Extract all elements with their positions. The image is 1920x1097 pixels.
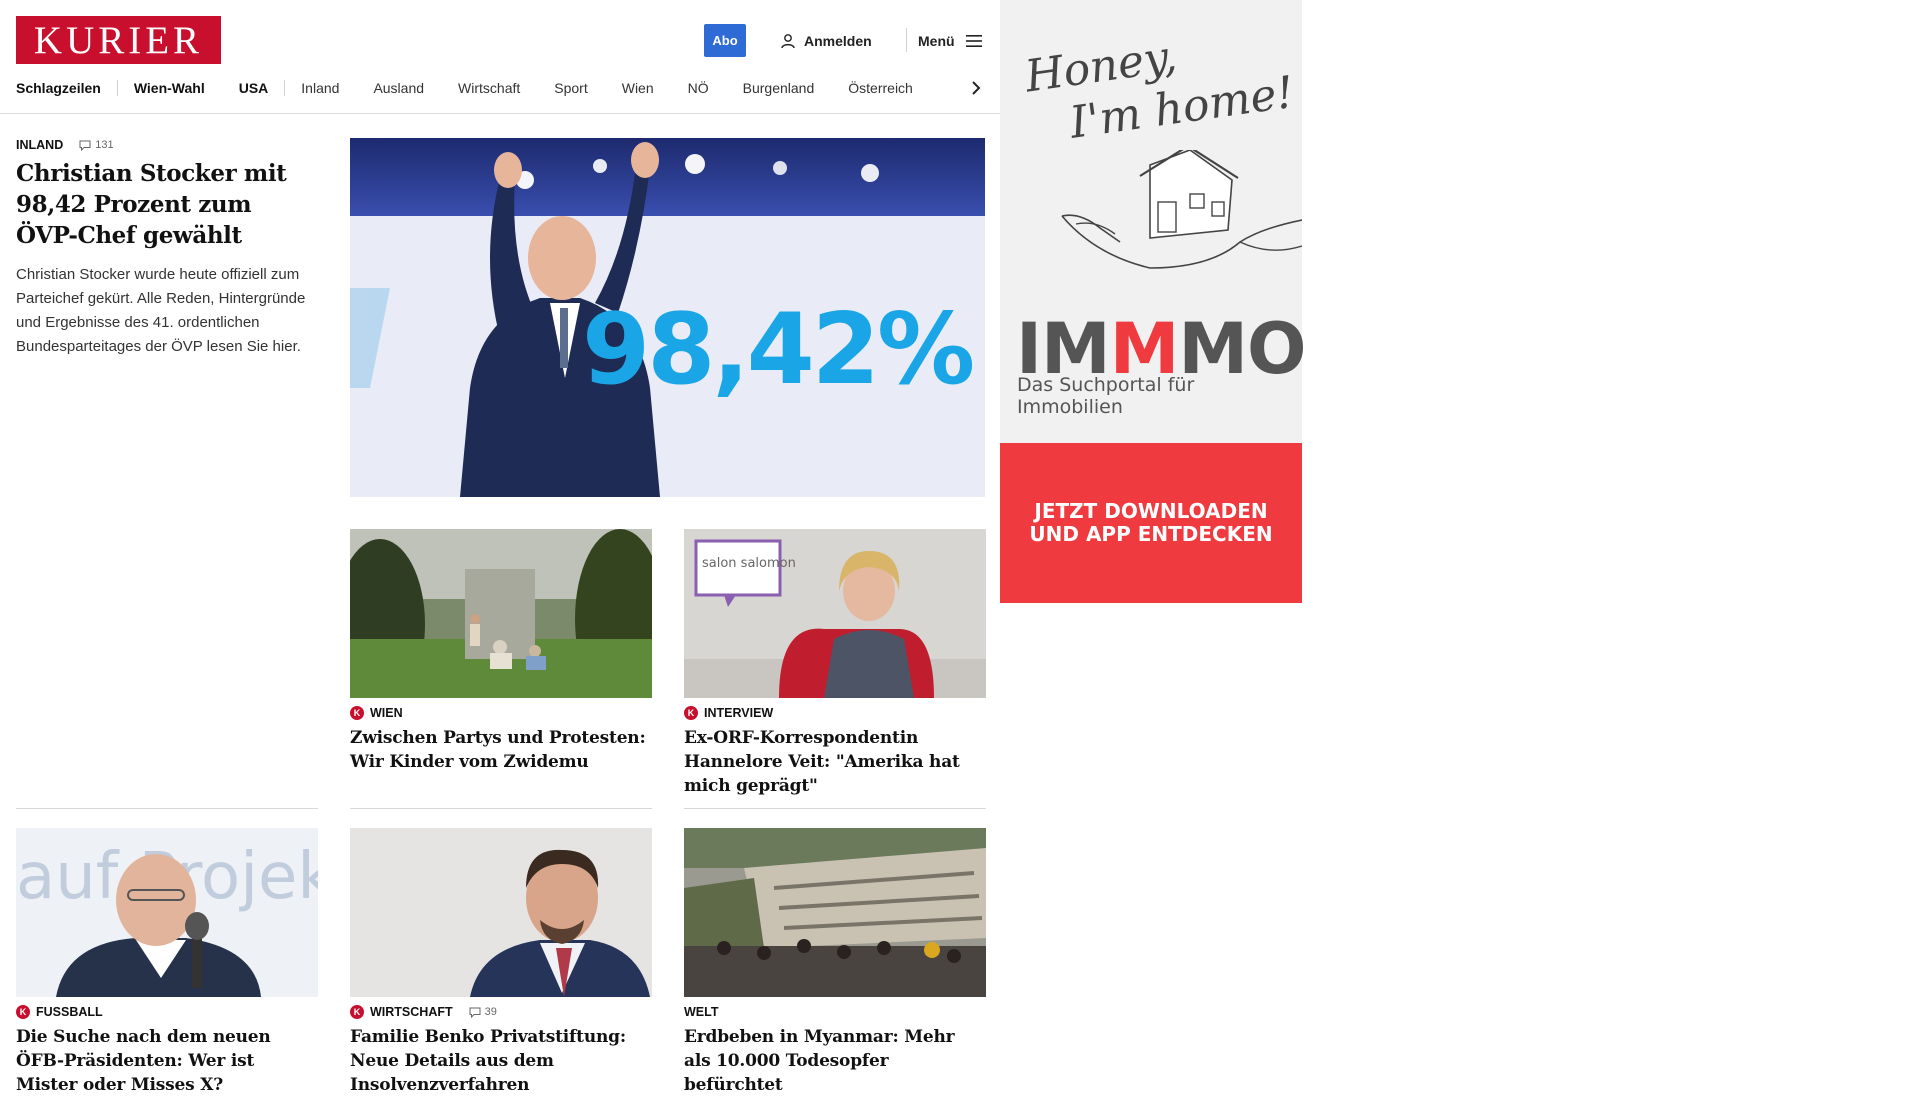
nav-divider bbox=[116, 80, 118, 96]
card-image-fussball[interactable]: auf Projek bbox=[16, 828, 318, 997]
portrait-photo bbox=[350, 828, 652, 997]
kurier-plus-icon: K bbox=[684, 706, 698, 720]
lead-image[interactable]: 98,42% bbox=[350, 138, 985, 497]
lead-photo: 98,42% bbox=[350, 138, 985, 497]
park-photo bbox=[350, 529, 652, 698]
lead-category: INLAND bbox=[16, 138, 64, 152]
ad-subline: Das Suchportal für Immobilien bbox=[1017, 374, 1195, 418]
hand-house-icon bbox=[1061, 150, 1302, 269]
nav-item-usa[interactable]: USA bbox=[239, 80, 269, 96]
card-kicker[interactable]: K WIEN bbox=[350, 706, 652, 720]
card-comment-count[interactable]: 39 bbox=[469, 1006, 497, 1018]
card-headline[interactable]: Zwischen Partys und Protesten: Wir Kinde… bbox=[350, 726, 652, 774]
ad-banner-top: Honey, I'm home! IMMMO Das Suchportal fü… bbox=[1000, 0, 1307, 443]
kurier-plus-icon: K bbox=[350, 1005, 364, 1019]
header-divider bbox=[906, 28, 907, 52]
nav-item-burgenland[interactable]: Burgenland bbox=[743, 80, 815, 96]
immmo-advertisement[interactable]: Honey, I'm home! IMMMO Das Suchportal fü… bbox=[1000, 0, 1307, 603]
lead-image-percent: 98,42% bbox=[582, 293, 973, 407]
card-fussball: K FUSSBALL Die Suche nach dem neuen ÖFB-… bbox=[16, 1005, 318, 1097]
chevron-right-icon bbox=[972, 81, 981, 95]
hamburger-icon bbox=[965, 34, 982, 47]
card-category: FUSSBALL bbox=[36, 1005, 103, 1019]
nav-item-schlagzeilen[interactable]: Schlagzeilen bbox=[16, 80, 101, 96]
card-headline[interactable]: Die Suche nach dem neuen ÖFB-Präsidenten… bbox=[16, 1025, 318, 1097]
nav-divider bbox=[284, 80, 286, 96]
ad-script-tagline: Honey, I'm home! bbox=[1022, 15, 1297, 155]
card-wirtschaft: K WIRTSCHAFT 39 Familie Benko Privatstif… bbox=[350, 1005, 652, 1097]
interview-photo: salon salomon bbox=[684, 529, 986, 698]
nav-item-oesterreich[interactable]: Österreich bbox=[848, 80, 913, 96]
lead-headline[interactable]: Christian Stocker mit 98,42 Prozent zum … bbox=[16, 158, 316, 251]
nav-item-sport[interactable]: Sport bbox=[554, 80, 587, 96]
card-image-wirtschaft[interactable] bbox=[350, 828, 652, 997]
card-interview: K INTERVIEW Ex-ORF-Korrespondentin Hanne… bbox=[684, 706, 986, 798]
card-headline[interactable]: Ex-ORF-Korrespondentin Hannelore Veit: "… bbox=[684, 726, 986, 798]
nav-item-wien[interactable]: Wien bbox=[622, 80, 654, 96]
nav-item-wien-wahl[interactable]: Wien-Wahl bbox=[134, 80, 205, 96]
card-kicker[interactable]: K INTERVIEW bbox=[684, 706, 986, 720]
ad-cta-line1: JETZT DOWNLOADEN bbox=[1034, 499, 1268, 523]
card-image-interview[interactable]: salon salomon bbox=[684, 529, 986, 698]
card-category: INTERVIEW bbox=[704, 706, 774, 720]
card-category: WIRTSCHAFT bbox=[370, 1005, 453, 1019]
lead-comments: 131 bbox=[95, 139, 114, 151]
card-category: WIEN bbox=[370, 706, 403, 720]
nav-scroll-right[interactable] bbox=[966, 76, 986, 100]
earthquake-photo bbox=[684, 828, 986, 997]
nav-item-ausland[interactable]: Ausland bbox=[373, 80, 424, 96]
lead-kicker[interactable]: INLAND 131 bbox=[16, 138, 316, 152]
card-comments: 39 bbox=[484, 1006, 497, 1018]
kurier-plus-icon: K bbox=[350, 706, 364, 720]
ad-cta-line2: UND APP ENTDECKEN bbox=[1029, 522, 1273, 546]
lead-article: INLAND 131 Christian Stocker mit 98,42 P… bbox=[16, 138, 316, 374]
nav-item-noe[interactable]: NÖ bbox=[688, 80, 709, 96]
abo-button[interactable]: Abo bbox=[704, 24, 746, 57]
card-wien: K WIEN Zwischen Partys und Protesten: Wi… bbox=[350, 706, 652, 774]
login-button[interactable]: Anmelden bbox=[780, 24, 872, 57]
divider bbox=[350, 808, 652, 809]
user-icon bbox=[781, 33, 795, 48]
kurier-logo[interactable]: KURIER bbox=[16, 16, 221, 64]
card-headline[interactable]: Familie Benko Privatstiftung: Neue Detai… bbox=[350, 1025, 652, 1097]
comment-icon bbox=[469, 1007, 481, 1018]
menu-label: Menü bbox=[918, 32, 955, 49]
card-category: WELT bbox=[684, 1005, 719, 1019]
site-header: KURIER Abo Anmelden Menü Schlagzeilen Wi… bbox=[0, 0, 1000, 114]
nav-item-inland[interactable]: Inland bbox=[301, 80, 339, 96]
salon-salomon-logo: salon salomon bbox=[702, 556, 796, 571]
card-kicker[interactable]: K FUSSBALL bbox=[16, 1005, 318, 1019]
divider bbox=[684, 808, 986, 809]
card-welt: WELT Erdbeben in Myanmar: Mehr als 10.00… bbox=[684, 1005, 986, 1097]
speaker-photo: auf Projek bbox=[16, 828, 318, 997]
menu-button[interactable]: Menü bbox=[918, 24, 983, 57]
nav-item-wirtschaft[interactable]: Wirtschaft bbox=[458, 80, 520, 96]
card-image-wien[interactable] bbox=[350, 529, 652, 698]
card-image-welt[interactable] bbox=[684, 828, 986, 997]
card-headline[interactable]: Erdbeben in Myanmar: Mehr als 10.000 Tod… bbox=[684, 1025, 986, 1097]
ad-cta-button[interactable]: JETZT DOWNLOADEN UND APP ENTDECKEN bbox=[1000, 443, 1302, 603]
lead-comment-count[interactable]: 131 bbox=[79, 139, 114, 151]
lead-teaser: Christian Stocker wurde heute offiziell … bbox=[16, 266, 306, 355]
card-kicker[interactable]: WELT bbox=[684, 1005, 986, 1019]
card-kicker[interactable]: K WIRTSCHAFT 39 bbox=[350, 1005, 652, 1019]
comment-icon bbox=[79, 140, 91, 151]
kurier-plus-icon: K bbox=[16, 1005, 30, 1019]
divider bbox=[16, 808, 318, 809]
login-label: Anmelden bbox=[804, 32, 872, 49]
main-navigation: Schlagzeilen Wien-Wahl USA Inland Auslan… bbox=[16, 76, 986, 100]
